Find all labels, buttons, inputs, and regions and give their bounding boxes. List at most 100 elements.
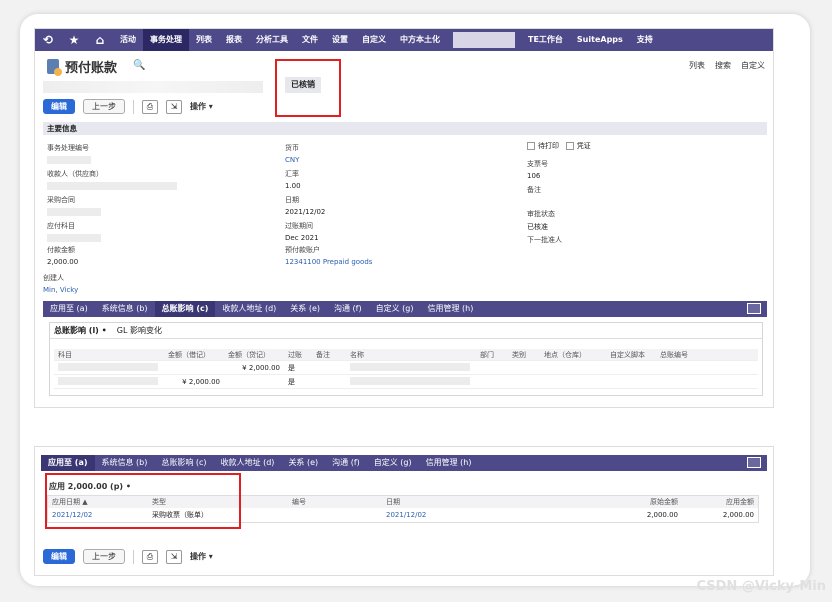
field-approval: 审批状态 已核准 [527,210,555,231]
field-payee: 收款人（供应商） [47,169,177,192]
edit-button[interactable]: 编辑 [43,549,75,564]
redacted-value [350,376,470,385]
nav-support[interactable]: 支持 [630,29,660,51]
collapse-icon[interactable] [747,303,761,314]
actions-menu[interactable]: 操作 ▾ [190,551,213,562]
page-title: 预付账款 [65,61,118,76]
highlight-box [45,473,241,529]
nav-reports[interactable]: 报表 [219,29,249,51]
recent-icon[interactable]: ⟲ [35,33,61,47]
export-icon[interactable]: ⇲ [166,549,182,564]
field-pay-amount: 付款金额 2,000.00 [47,246,79,266]
field-print-options: 待打印 凭证 [527,141,591,151]
nav-customization[interactable]: 自定义 [355,29,393,51]
tab-custom[interactable]: 自定义 (g) [369,301,421,317]
record-window: ⟲ ★ ⌂ 活动 事务处理 列表 报表 分析工具 文件 设置 自定义 中方本土化… [34,28,774,408]
search-link[interactable]: 搜索 [715,60,731,71]
title-bar: 预付账款 🔍 列表 搜索 自定义 [43,55,765,79]
toolbar: 编辑 上一步 ⎙ ⇲ 操作 ▾ [43,99,213,114]
field-check-no: 支票号 106 [527,160,548,180]
nav-documents[interactable]: 文件 [295,29,325,51]
tab-gl-impact-inner[interactable]: 总账影响 (l) • [54,325,107,336]
export-icon[interactable]: ⇲ [166,99,182,114]
status-badge: 已核销 [285,77,321,93]
tab-communication[interactable]: 沟通 (f) [327,301,369,317]
nav-activities[interactable]: 活动 [113,29,143,51]
redacted-value [47,156,91,164]
field-ap-account: 应付科目 [47,221,101,244]
redacted-nav-item [453,32,515,48]
field-currency: 货币 CNY [285,144,300,164]
creator-link[interactable]: Min, Vicky [43,286,78,294]
tab-apply[interactable]: 应用至 (a) [43,301,95,317]
subtab-bar: 应用至 (a) 系统信息 (b) 总账影响 (c) 收款人地址 (d) 关系 (… [43,301,767,317]
field-po: 采购合同 [47,195,101,218]
table-row: ¥ 2,000.00 是 [54,361,758,375]
tab-gl-changes[interactable]: GL 影响变化 [117,325,162,336]
nav-te-workbench[interactable]: TE工作台 [521,29,570,51]
tab-communication[interactable]: 沟通 (f) [325,455,367,471]
apply-window: 应用至 (a) 系统信息 (b) 总账影响 (c) 收款人地址 (d) 关系 (… [34,446,774,576]
tab-custom[interactable]: 自定义 (g) [367,455,419,471]
redacted-value [58,362,158,371]
redacted-value [47,182,177,190]
gl-impact-panel: 总账影响 (l) • GL 影响变化 科目 金额（借记） 金额（贷记） 过账 备… [49,322,763,396]
tab-gl-impact[interactable]: 总账影响 (c) [154,455,213,471]
redacted-value [58,376,158,385]
field-date: 日期 2021/12/02 [285,196,326,216]
redacted-value [47,234,101,242]
tab-payee-address[interactable]: 收款人地址 (d) [215,301,283,317]
field-rate: 汇率 1.00 [285,170,301,190]
tab-relationships[interactable]: 关系 (e) [281,455,325,471]
customize-link[interactable]: 自定义 [741,60,765,71]
record-links: 列表 搜索 自定义 [689,60,765,71]
nav-setup[interactable]: 设置 [325,29,355,51]
section-main-info: 主要信息 [43,122,767,135]
home-icon[interactable]: ⌂ [87,33,113,47]
nav-lists[interactable]: 列表 [189,29,219,51]
tab-credit-management[interactable]: 信用管理 (h) [420,301,480,317]
nav-china-localization[interactable]: 中方本土化 [393,29,447,51]
field-prepay-account: 预付款账户 12341100 Prepaid goods [285,246,373,266]
field-memo: 备注 [527,186,541,194]
back-button[interactable]: 上一步 [83,99,125,114]
tab-payee-address[interactable]: 收款人地址 (d) [214,455,282,471]
nav-transactions[interactable]: 事务处理 [143,29,189,51]
voucher-checkbox[interactable] [565,142,574,150]
watermark: CSDN @Vicky-Min [696,579,827,594]
nav-suiteapps[interactable]: SuiteApps [570,29,630,51]
redacted-value [350,362,470,371]
actions-menu[interactable]: 操作 ▾ [190,101,213,112]
print-icon[interactable]: ⎙ [142,99,158,114]
tab-system-info[interactable]: 系统信息 (b) [95,455,155,471]
divider [133,99,134,114]
edit-button[interactable]: 编辑 [43,99,75,114]
list-link[interactable]: 列表 [689,60,705,71]
tab-apply[interactable]: 应用至 (a) [41,455,95,471]
field-txn-no: 事务处理编号 [47,143,91,166]
bottom-toolbar: 编辑 上一步 ⎙ ⇲ 操作 ▾ [43,549,213,564]
table-row: ¥ 2,000.00 是 [54,375,758,389]
gl-table: 科目 金额（借记） 金额（贷记） 过账 备注 名称 部门 类别 地点（仓库） 自… [54,349,758,389]
search-icon[interactable]: 🔍 [133,60,145,71]
field-creator: 创建人 Min, Vicky [43,274,79,294]
apply-subtab-bar: 应用至 (a) 系统信息 (b) 总账影响 (c) 收款人地址 (d) 关系 (… [41,455,767,471]
collapse-icon[interactable] [747,457,761,468]
tab-system-info[interactable]: 系统信息 (b) [95,301,155,317]
back-button[interactable]: 上一步 [83,549,125,564]
redacted-subtitle [43,81,263,93]
gl-inner-tabs: 总账影响 (l) • GL 影响变化 [50,323,762,339]
tab-relationships[interactable]: 关系 (e) [283,301,327,317]
top-nav: ⟲ ★ ⌂ 活动 事务处理 列表 报表 分析工具 文件 设置 自定义 中方本土化… [35,29,773,51]
to-print-checkbox[interactable] [527,142,535,150]
field-next-approver: 下一批准人 [527,236,562,244]
apply-doc-date-link[interactable]: 2021/12/02 [382,511,572,519]
star-icon[interactable]: ★ [61,33,87,47]
nav-analytics[interactable]: 分析工具 [249,29,295,51]
tab-credit-management[interactable]: 信用管理 (h) [419,455,479,471]
divider [133,549,134,564]
print-icon[interactable]: ⎙ [142,549,158,564]
redacted-value [47,208,101,216]
tab-gl-impact[interactable]: 总账影响 (c) [154,301,216,317]
field-period: 过账期间 Dec 2021 [285,222,319,242]
